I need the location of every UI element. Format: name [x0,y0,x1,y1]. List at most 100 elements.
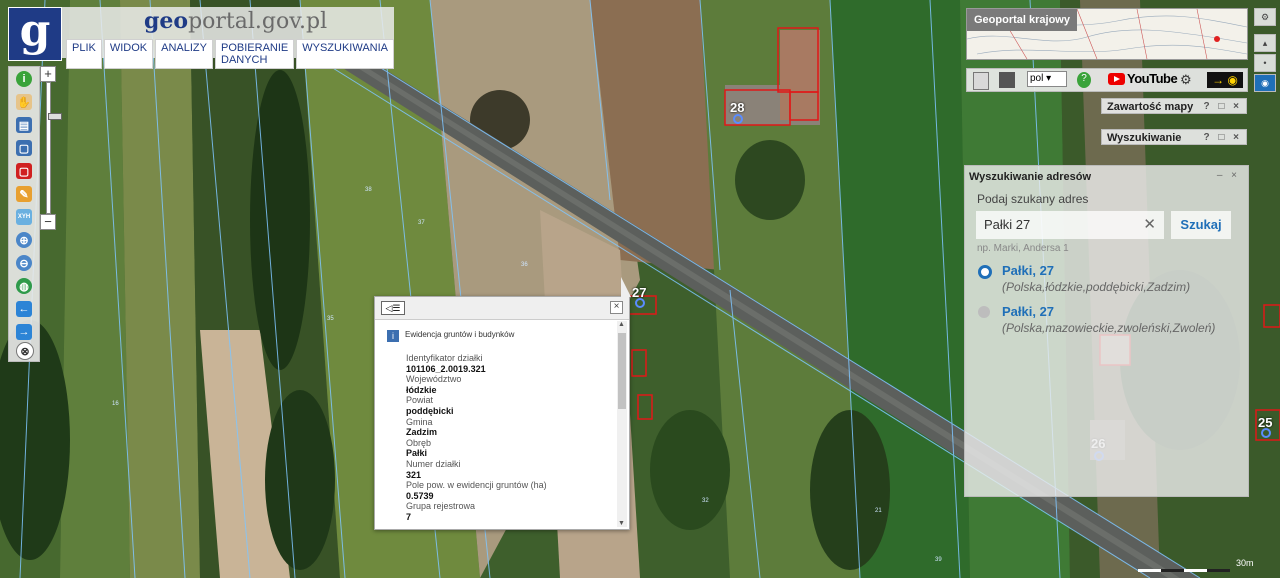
zoom-out-icon[interactable]: ⊖ [16,255,32,271]
search-result-item[interactable]: Pałki, 27 (Polska,łódzkie,poddębicki,Zad… [977,261,1237,301]
select-area-icon[interactable]: ▢ [16,140,32,156]
zoom-knob[interactable] [48,113,62,120]
attr-key: Obręb [406,437,432,448]
popup-back-icon[interactable]: ◁☰ [381,301,405,315]
language-value: pol [1030,73,1044,84]
result-name[interactable]: Pałki, 27 [1002,263,1054,278]
attr-value: 7 [406,511,412,522]
map-contents-panel[interactable]: Zawartość mapy ? □ × [1101,98,1247,114]
menu-plik[interactable]: PLIK [66,39,102,69]
header-bar: geoportal.gov.pl PLIK WIDOK ANALIZY POBI… [62,7,395,69]
close-icon[interactable]: × [610,301,623,314]
scroll-down-icon[interactable]: ▼ [618,520,625,527]
popup-header: ◁☰ × [375,297,629,320]
print-icon[interactable] [999,72,1015,88]
popup-pointer [621,277,631,297]
main-menu: PLIK WIDOK ANALIZY POBIERANIE DANYCH WYS… [66,39,395,69]
language-select[interactable]: pol ▾ [1027,71,1067,87]
attr-value: poddębicki [406,405,454,416]
dot-icon[interactable]: • [1254,54,1276,72]
xyz-coordinates-icon[interactable]: XYH [16,209,32,225]
parcel-number: 38 [365,187,372,193]
layers-list-icon[interactable]: ▤ [16,117,32,133]
attr-value: 321 [406,469,422,480]
overview-title: Geoportal krajowy [967,9,1077,31]
address-input[interactable]: Pałki 27 ✕ [976,211,1164,239]
attr-key: Województwo [406,374,462,385]
left-toolbar: i ✋ ▤ ▢ ▢ ✎ XYH ⊕ ⊖ ◍ ← → ⊗ [8,66,40,362]
attr-key: Numer działki [406,458,461,469]
accessibility-icon[interactable]: ⚙ [1180,72,1194,88]
popup-scrollbar[interactable]: ▲ ▼ [617,321,627,527]
globe-icon[interactable]: ◍ [16,278,32,294]
popup-body: i Ewidencja gruntów i budynków Identyfik… [375,321,613,527]
address-hint: np. Marki, Andersa 1 [977,243,1069,254]
attr-value: 101106_2.0019.321 [406,363,486,374]
parcel-number: 21 [875,508,882,514]
plot-label-28: 28 [730,100,745,115]
pencil-icon[interactable]: ✎ [16,186,32,202]
attr-key: Gmina [406,416,433,427]
zoom-plus-button[interactable]: + [40,66,56,82]
back-arrow-icon[interactable]: ← [16,301,32,317]
panel-controls-icon[interactable]: ? □ × [1203,99,1242,115]
panel-controls-icon[interactable]: – × [1217,170,1240,181]
panel-controls-icon[interactable]: ? □ × [1203,130,1242,146]
result-name[interactable]: Pałki, 27 [1002,304,1054,319]
site-title-prefix: geo [144,8,189,34]
search-panel-bar[interactable]: Wyszukiwanie ? □ × [1101,129,1247,145]
forward-arrow-icon[interactable]: → [16,324,32,340]
eye-contrast-icon[interactable]: → ◉ [1207,72,1243,88]
info-icon: i [387,330,399,342]
collapse-icon[interactable]: ▴ [1254,34,1276,52]
pan-hand-icon[interactable]: ✋ [16,94,32,110]
right-toolbar: pol ▾ ? YouTube ⚙ → ◉ [966,68,1248,92]
select-remove-icon[interactable]: ▢ [16,163,32,179]
scale-reset-icon[interactable]: ⊗ [16,342,34,360]
attr-value: Zadzim [406,427,438,438]
menu-analizy[interactable]: ANALIZY [155,39,213,69]
search-button[interactable]: Szukaj [1171,211,1231,239]
attr-key: Powiat [406,395,434,406]
scroll-up-icon[interactable]: ▲ [618,321,625,328]
scrollbar-thumb[interactable] [618,333,626,409]
scale-label: 30m [1236,558,1254,568]
parcel-info-popup: ◁☰ × i Ewidencja gruntów i budynków Iden… [374,277,631,530]
address-search-title: Wyszukiwanie adresów [969,171,1092,183]
scale-bar-graphic [1138,569,1230,572]
menu-widok[interactable]: WIDOK [103,39,154,69]
address-input-value: Pałki 27 [984,217,1031,232]
zoom-minus-button[interactable]: − [40,214,56,230]
attr-value: 0.5739 [406,490,434,501]
menu-pobieranie-danych[interactable]: POBIERANIE DANYCH [215,39,295,69]
youtube-link[interactable]: YouTube [1108,71,1178,88]
clear-icon[interactable]: ✕ [1143,211,1156,239]
parcel-number: 16 [112,401,119,407]
zoom-slider[interactable]: + − [40,66,62,230]
parcel-number: 32 [702,498,709,504]
zoom-track[interactable] [46,82,62,214]
plot-label-25: 25 [1258,415,1273,430]
help-icon[interactable]: ? [1077,72,1091,88]
search-result-item[interactable]: Pałki, 27 (Polska,mazowieckie,zwoleński,… [977,302,1237,342]
plot-label-27: 27 [632,285,647,300]
settings-icon[interactable]: ⚙ [1254,8,1276,26]
radio-selected-icon[interactable] [978,265,992,279]
address-search-panel: Wyszukiwanie adresów – × Podaj szukany a… [964,165,1249,497]
zoom-in-icon[interactable]: ⊕ [16,232,32,248]
attr-key: Pole pow. w ewidencji gruntów (ha) [406,480,547,491]
youtube-label: YouTube [1127,71,1178,86]
info-icon[interactable]: i [16,71,32,87]
attr-key: Identyfikator działki [406,353,483,363]
attr-value: łódzkie [406,384,437,395]
geoportal-logo[interactable]: g [8,7,62,61]
legend-icon[interactable] [973,72,989,90]
radio-unselected-icon[interactable] [978,306,990,318]
visibility-eye-icon[interactable]: ◉ [1254,74,1276,92]
menu-wyszukiwania[interactable]: WYSZUKIWANIA [296,39,395,69]
logo-letter: g [19,5,51,56]
popup-section-title: Ewidencja gruntów i budynków [405,330,515,339]
parcel-number: 39 [935,557,942,563]
overview-map[interactable]: Geoportal krajowy [966,8,1248,60]
search-panel-title: Wyszukiwanie [1107,132,1182,144]
